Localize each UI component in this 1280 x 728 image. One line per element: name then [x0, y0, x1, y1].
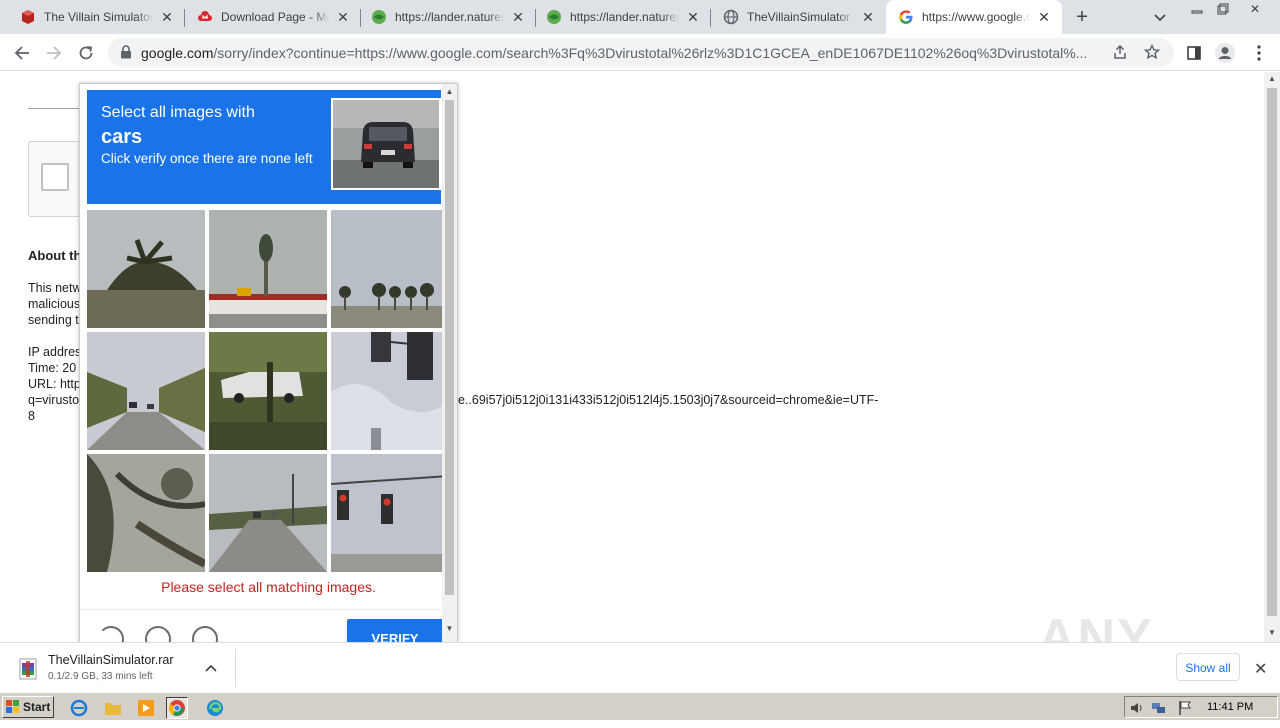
show-all-button[interactable]: Show all — [1176, 653, 1240, 681]
system-tray: 11:41 PM — [1124, 696, 1278, 718]
white-van-tile[interactable] — [209, 332, 327, 450]
globe-leaf-icon — [546, 9, 562, 25]
download-filename: TheVillainSimulator.rar — [48, 653, 174, 667]
challenge-header: Select all images with cars Click verify… — [87, 90, 441, 204]
network-icon[interactable] — [1151, 700, 1167, 716]
audio-challenge-icon[interactable] — [145, 626, 171, 642]
prompt-line: Select all images with — [101, 104, 255, 121]
action-center-flag-icon[interactable] — [1177, 700, 1193, 716]
minimize-button[interactable] — [1184, 0, 1210, 18]
info-icon[interactable] — [192, 626, 218, 642]
rar-file-icon — [18, 657, 38, 681]
file-explorer-icon[interactable] — [102, 697, 124, 719]
close-icon[interactable]: ✕ — [159, 9, 175, 25]
tab-strip: The Villain Simulator Download ✕ Downloa… — [0, 0, 1280, 34]
globe-icon — [723, 9, 739, 25]
clock: 11:41 PM — [1207, 701, 1254, 713]
side-panel-icon[interactable] — [1182, 41, 1206, 65]
globe-leaf-icon — [371, 9, 387, 25]
prompt-instructions: Click verify once there are none left — [101, 151, 313, 166]
share-icon[interactable] — [1112, 44, 1128, 63]
mega-cloud-icon — [197, 9, 213, 25]
chrome-icon[interactable] — [166, 697, 188, 719]
challenge-footer: VERIFY — [80, 609, 457, 642]
download-bar: TheVillainSimulator.rar 0.1/2.9 GB, 33 m… — [0, 642, 1280, 692]
request-url-tail: e..69i57j0i512j0i131i433i512j0i512l4j5.1… — [458, 393, 879, 407]
tab-google-active[interactable]: https://www.google.com ✕ — [886, 0, 1062, 34]
red-box-icon — [20, 9, 36, 25]
tree-branch-tile[interactable] — [87, 454, 205, 572]
back-button[interactable] — [9, 40, 35, 66]
recaptcha-challenge-popup: Select all images with cars Click verify… — [79, 83, 458, 643]
tab-search-chevron-icon[interactable] — [1150, 8, 1170, 28]
verify-button[interactable]: VERIFY — [347, 619, 443, 642]
windows-taskbar: Start 11:41 PM — [0, 692, 1280, 720]
bookmark-star-icon[interactable] — [1143, 43, 1161, 63]
new-tab-button[interactable]: + — [1072, 6, 1092, 28]
restore-button[interactable] — [1210, 0, 1236, 18]
reload-challenge-icon[interactable] — [98, 626, 124, 642]
scroll-up-arrow-icon[interactable]: ▲ — [1267, 74, 1277, 83]
internet-explorer-icon[interactable] — [68, 697, 90, 719]
about-paragraph: This netw malicious sending t — [28, 281, 82, 327]
traffic-lights-tile[interactable] — [331, 454, 449, 572]
download-item[interactable]: TheVillainSimulator.rar 0.1/2.9 GB, 33 m… — [8, 649, 236, 687]
chevron-up-icon[interactable] — [205, 661, 217, 675]
palm-tree-tile[interactable] — [87, 210, 205, 328]
close-download-bar-icon[interactable]: ✕ — [1254, 659, 1267, 679]
close-icon[interactable]: ✕ — [1036, 9, 1052, 25]
close-icon[interactable]: ✕ — [860, 9, 876, 25]
close-icon[interactable]: ✕ — [510, 9, 526, 25]
edge-icon[interactable] — [204, 697, 226, 719]
sample-car-image — [331, 98, 441, 190]
url-text[interactable]: google.com/sorry/index?continue=https://… — [141, 45, 1101, 61]
close-icon[interactable]: ✕ — [335, 9, 351, 25]
tab-villain-rar[interactable]: TheVillainSimulator.rar ✕ — [711, 0, 886, 34]
road-with-cars-tile[interactable] — [87, 332, 205, 450]
tab-lander-2[interactable]: https://lander.naturen... ✕ — [536, 0, 711, 34]
prompt-target: cars — [101, 126, 143, 148]
google-g-icon — [898, 9, 914, 25]
challenge-scrollbar[interactable]: ▲ ▼ — [442, 84, 457, 642]
page-scrollbar[interactable]: ▲ ▼ — [1264, 72, 1280, 642]
menu-kebab-icon[interactable] — [1247, 41, 1271, 65]
palm-row-tile[interactable] — [331, 210, 449, 328]
speaker-icon[interactable] — [1129, 700, 1145, 716]
reload-button[interactable] — [73, 40, 99, 66]
download-status: 0.1/2.9 GB, 33 mins left — [48, 671, 153, 682]
tab-lander-1[interactable]: https://lander.naturen... ✕ — [361, 0, 536, 34]
palm-and-building-tile[interactable] — [209, 210, 327, 328]
browser-toolbar: google.com/sorry/index?continue=https://… — [0, 34, 1280, 71]
address-bar[interactable]: google.com/sorry/index?continue=https://… — [108, 38, 1174, 67]
start-button[interactable]: Start — [2, 696, 54, 718]
lock-icon[interactable] — [120, 45, 132, 62]
forward-button[interactable] — [41, 40, 67, 66]
error-message: Please select all matching images. — [161, 579, 376, 595]
recaptcha-checkbox[interactable] — [41, 163, 69, 191]
tab-mega-download[interactable]: Download Page - Mega ✕ — [185, 0, 361, 34]
scroll-down-arrow-icon[interactable]: ▼ — [445, 624, 454, 633]
media-player-icon[interactable] — [135, 697, 157, 719]
profile-avatar-icon[interactable] — [1213, 41, 1237, 65]
tab-villain-download[interactable]: The Villain Simulator Download ✕ — [0, 0, 185, 34]
scroll-up-arrow-icon[interactable]: ▲ — [445, 87, 454, 96]
traffic-light-tile[interactable] — [331, 332, 449, 450]
request-details: IP addres Time: 20 URL: http q=virusto 8 — [28, 345, 82, 423]
windows-flag-icon — [6, 700, 20, 714]
street-intersection-tile[interactable] — [209, 454, 327, 572]
scrollbar-thumb[interactable] — [445, 100, 454, 595]
close-window-button[interactable]: ✕ — [1242, 0, 1268, 18]
about-heading: About th — [28, 248, 82, 263]
close-icon[interactable]: ✕ — [685, 9, 701, 25]
scrollbar-thumb[interactable] — [1267, 88, 1277, 616]
